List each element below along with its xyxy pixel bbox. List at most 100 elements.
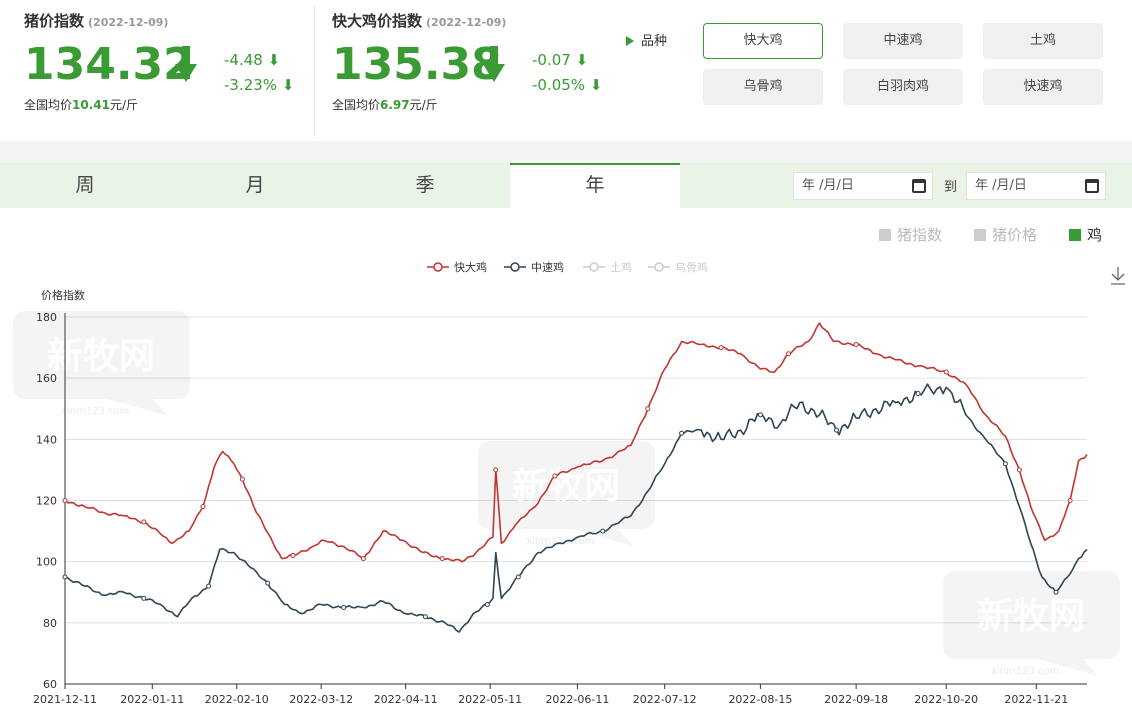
x-tick-label: 2022-01-11 [120,693,184,706]
data-point [718,345,724,351]
arrow-down-icon: ⬇ [575,51,589,69]
legend-label[interactable]: 中速鸡 [531,260,564,274]
watermark-url: xinm123.com [991,666,1059,677]
data-point [439,556,445,562]
pig-index-date: (2022-12-09) [88,16,169,29]
pig-avg-price: 全国均价10.41元/斤 [24,96,138,113]
end-date-input[interactable]: 年 /月/日 [966,172,1106,200]
end-date-placeholder: 年 /月/日 [975,178,1027,193]
data-point [943,369,949,375]
variety-button-kuaisu[interactable]: 快速鸡 [983,69,1103,105]
legend-marker[interactable] [510,262,520,272]
data-point [853,342,859,348]
data-point [552,473,558,479]
pig-index-card: 猪价指数 (2022-12-09) 134.32 -4.48 ⬇ -3.23% ⬇… [24,0,304,141]
y-axis-label: 价格指数 [41,288,85,302]
data-point [360,556,366,562]
x-tick-label: 2021-12-11 [33,693,97,706]
legend-marker[interactable] [589,262,599,272]
watermark-url: xinm123.com [526,536,594,547]
variety-button-tuji[interactable]: 土鸡 [983,23,1103,59]
data-point [206,583,212,589]
tab-quarter[interactable]: 季 [340,163,510,208]
x-tick-label: 2022-09-18 [824,693,888,706]
data-point [915,390,921,396]
pig-index-change-abs: -4.48 ⬇ [224,51,280,69]
chicken-index-value: 135.38 [332,39,502,90]
variety-button-kuaida[interactable]: 快大鸡 [703,23,823,59]
data-point [1016,467,1022,473]
x-tick-label: 2022-07-12 [633,693,697,706]
variety-button-baiyu[interactable]: 白羽肉鸡 [843,69,963,105]
arrow-down-icon: ⬇ [589,76,603,94]
y-tick-label: 100 [36,556,57,569]
pig-index-value: 134.32 [24,39,194,90]
legend-label[interactable]: 土鸡 [610,260,632,274]
y-tick-label: 80 [43,617,57,630]
data-point [290,553,296,559]
x-tick-label: 2022-04-11 [374,693,438,706]
data-point [141,519,147,525]
arrow-down-icon: ⬇ [281,76,295,94]
pig-index-change-pct: -3.23% ⬇ [224,76,294,94]
download-icon[interactable] [1111,267,1125,285]
data-point [62,498,68,503]
data-point [757,412,763,418]
tab-week[interactable]: 周 [0,163,170,208]
data-point [265,580,271,586]
pig-change-abs-text: -4.48 [224,51,263,69]
chicken-index-title: 快大鸡价指数 (2022-12-09) [332,10,506,31]
chicken-change-pct-text: -0.05% [532,76,586,94]
legend-label[interactable]: 快大鸡 [454,260,487,274]
data-point [484,601,490,607]
variety-button-zhongsu[interactable]: 中速鸡 [843,23,963,59]
calendar-icon[interactable] [912,179,926,193]
variety-button-wugu[interactable]: 乌骨鸡 [703,69,823,105]
x-tick-label: 2022-02-10 [205,693,269,706]
x-tick-label: 2022-08-15 [728,693,792,706]
pig-index-title: 猪价指数 (2022-12-09) [24,10,168,31]
x-tick-label: 2022-10-20 [914,693,978,706]
chart-legend: 快大鸡 中速鸡 土鸡 乌骨鸡 [427,260,708,274]
data-point [422,614,428,620]
data-point [515,574,521,580]
pig-avg-value: 10.41 [72,98,110,112]
chicken-avg-price: 全国均价6.97元/斤 [332,96,438,113]
x-tick-label: 2022-05-11 [458,693,522,706]
start-date-placeholder: 年 /月/日 [802,178,854,193]
data-point [200,504,206,510]
variety-label-text: 品种 [641,34,668,49]
data-point [600,528,606,534]
chicken-avg-prefix: 全国均价 [332,98,381,112]
data-point [786,351,792,357]
watermark-layer: 新牧网xinm123.com新牧网xinm123.com新牧网xinm123.c… [13,311,1120,677]
watermark-text: 新牧网 [47,336,155,377]
x-tick-label: 2022-03-12 [289,693,353,706]
pig-avg-prefix: 全国均价 [24,98,73,112]
legend-marker[interactable] [654,262,664,272]
tab-month[interactable]: 月 [170,163,340,208]
price-index-chart: 新牧网xinm123.com新牧网xinm123.com新牧网xinm123.c… [13,260,1125,706]
legend-marker[interactable] [433,262,443,272]
pig-index-title-text: 猪价指数 [24,12,85,30]
data-point [679,430,685,436]
tab-year[interactable]: 年 [510,163,680,208]
watermark-text: 新牧网 [977,596,1085,637]
calendar-icon[interactable] [1085,179,1099,193]
y-tick-label: 60 [43,678,57,691]
data-point [493,467,499,473]
data-point [833,427,839,433]
legend-label[interactable]: 乌骨鸡 [675,260,708,274]
data-point [141,595,147,601]
data-point [1067,498,1073,503]
data-point [341,605,347,611]
arrow-down-icon [483,46,505,82]
arrow-down-icon: ⬇ [267,51,281,69]
chicken-index-title-text: 快大鸡价指数 [332,12,423,30]
chicken-change-abs-text: -0.07 [532,51,571,69]
chicken-index-date: (2022-12-09) [426,16,507,29]
start-date-input[interactable]: 年 /月/日 [793,172,933,200]
chicken-index-change-pct: -0.05% ⬇ [532,76,602,94]
card-divider [314,6,315,137]
arrow-down-icon [175,46,197,82]
